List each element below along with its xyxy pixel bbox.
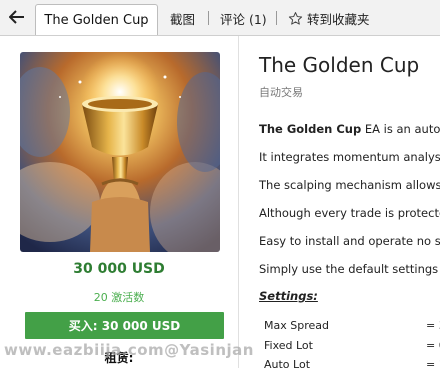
product-title: The Golden Cup	[259, 53, 420, 77]
product-sidebar: 30 000 USD 20 激活数 买入: 30 000 USD 租赁:	[0, 36, 238, 368]
product-name-bold: The Golden Cup	[259, 122, 362, 136]
product-category[interactable]: 自动交易	[259, 84, 303, 100]
setting-name: Auto Lot	[264, 358, 311, 368]
setting-name: Max Spread	[264, 319, 329, 332]
activations-count: 20 激活数	[93, 291, 145, 304]
product-description: The Golden Cup 自动交易 The Golden Cup EA is…	[239, 36, 440, 368]
tab-reviews-label: 评论 (1)	[220, 11, 267, 27]
setting-value: = 0	[426, 339, 440, 352]
tab-screenshots[interactable]: 截图	[170, 9, 195, 27]
arrow-left-icon	[9, 10, 24, 24]
add-to-favorites-button[interactable]: 转到收藏夹	[288, 9, 370, 27]
tab-product[interactable]: The Golden Cup	[35, 4, 158, 35]
description-paragraph: It integrates momentum analysis a	[259, 150, 440, 164]
tab-reviews[interactable]: 评论 (1)	[220, 9, 267, 27]
description-paragraph: Easy to install and operate no setti	[259, 234, 440, 248]
description-paragraph: Simply use the default settings (fo	[259, 262, 440, 276]
setting-value: = 1	[426, 358, 440, 368]
tab-separator	[208, 11, 209, 25]
description-paragraph: The Golden Cup EA is an automat	[259, 122, 440, 136]
product-price: 30 000 USD	[73, 261, 165, 277]
tab-screenshots-label: 截图	[170, 11, 196, 27]
golden-chalice-image	[20, 52, 220, 252]
setting-value: = 3	[426, 319, 440, 332]
tab-product-label: The Golden Cup	[44, 12, 149, 28]
settings-heading: Settings:	[259, 289, 318, 303]
tab-separator	[276, 11, 277, 25]
buy-button[interactable]: 买入: 30 000 USD	[25, 312, 224, 339]
star-outline-icon	[288, 11, 303, 25]
description-paragraph: The scalping mechanism allows the	[259, 178, 440, 192]
favorites-label: 转到收藏夹	[307, 11, 370, 27]
watermark: www.eazbiija.com@Yasinjan	[4, 341, 254, 359]
description-paragraph: Although every trade is protected	[259, 206, 440, 220]
description-text: EA is an automat	[364, 122, 440, 136]
back-button[interactable]	[4, 4, 30, 30]
tab-bar: The Golden Cup 截图 评论 (1) 转到收藏夹	[0, 0, 440, 36]
setting-name: Fixed Lot	[264, 339, 313, 352]
